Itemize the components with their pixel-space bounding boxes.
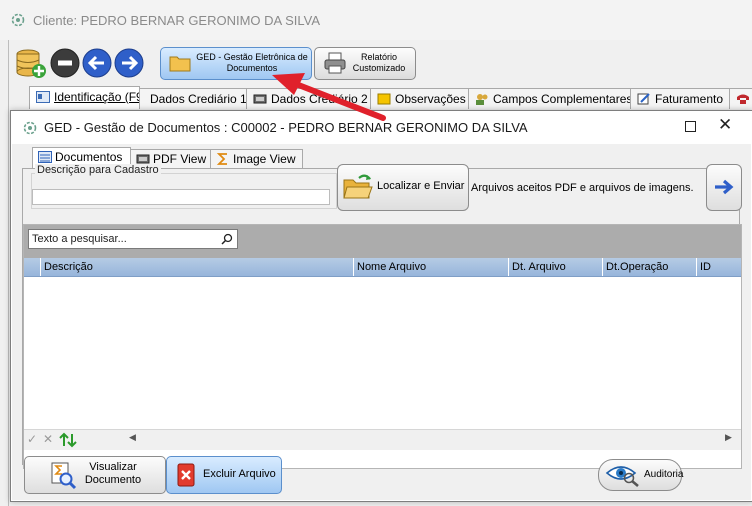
description-input[interactable] (32, 189, 330, 205)
window-title: Cliente: PEDRO BERNAR GERONIMO DA SILVA (33, 13, 321, 28)
database-add-icon[interactable] (15, 46, 47, 80)
open-folder-icon (343, 174, 373, 199)
previous-button[interactable] (82, 48, 112, 78)
tab-dados-crediario-2-label: Dados Crediário 2 (271, 92, 368, 106)
locate-send-label: Localizar e Enviar (377, 180, 465, 192)
tab-image-view[interactable]: Image View (210, 149, 303, 169)
tab-faturamento-label: Faturamento (655, 92, 724, 106)
horizontal-scrollbar[interactable]: ◀ ▶ (129, 432, 733, 446)
tab-observacoes-label: Observações (395, 92, 466, 106)
money-icon (253, 94, 267, 104)
delete-file-label: Excluir Arquivo (203, 468, 276, 480)
report-label-1: Relatório (360, 52, 398, 62)
dialog-title: GED - Gestão de Documentos : C00002 - PE… (44, 120, 528, 135)
tab-campos-complementares-label: Campos Complementares (493, 92, 631, 106)
column-descricao[interactable]: Descrição (40, 258, 353, 276)
tab-more[interactable] (729, 88, 752, 109)
app-icon (11, 13, 25, 27)
sort-icon[interactable] (59, 432, 77, 448)
tab-observacoes[interactable]: Observações (370, 88, 469, 109)
search-input[interactable]: Texto a pesquisar... (28, 229, 238, 249)
tab-dados-crediario-2[interactable]: Dados Crediário 2 (246, 88, 371, 109)
report-button[interactable]: Relatório Customizado (314, 47, 416, 80)
tab-dados-crediario-1[interactable]: Dados Crediário 1 (139, 88, 247, 109)
grid-search-bar: Texto a pesquisar... (24, 225, 741, 258)
report-label-2: Customizado (352, 63, 406, 73)
tab-documentos-label: Documentos (55, 150, 123, 164)
view-document-label-1: Visualizar (89, 461, 137, 473)
description-label: Descrição para Cadastro (35, 164, 161, 176)
locate-send-button[interactable]: Localizar e Enviar (337, 164, 469, 211)
arrow-right-icon (715, 179, 734, 195)
dialog-body: Documentos PDF View Image View Descrição… (12, 144, 751, 500)
row-indicator-header (24, 258, 40, 276)
confirm-icon[interactable]: ✓ (27, 432, 37, 446)
dialog-app-icon (23, 121, 37, 135)
ged-label-1: GED - Gestão Eletrônica de (196, 52, 308, 62)
documents-grid: Texto a pesquisar... Descrição Nome Arqu… (23, 224, 742, 469)
tab-pdf-view-label: PDF View (153, 152, 207, 166)
tab-identificacao[interactable]: Identificação (F9) (29, 86, 140, 109)
tab-identificacao-label: Identificação (F9) (54, 90, 140, 104)
ged-dialog: GED - Gestão de Documentos : C00002 - PE… (10, 110, 752, 502)
document-search-icon (51, 462, 77, 490)
tab-image-view-label: Image View (233, 152, 296, 166)
sigma-icon (216, 153, 227, 165)
next-button[interactable] (114, 48, 144, 78)
column-nome-arquivo[interactable]: Nome Arquivo (353, 258, 508, 276)
column-dt-operacao[interactable]: Dt.Operação (602, 258, 696, 276)
search-placeholder: Texto a pesquisar... (32, 233, 127, 245)
delete-file-button[interactable]: Excluir Arquivo (166, 456, 282, 494)
column-id[interactable]: ID (696, 258, 741, 276)
note-icon (377, 93, 391, 105)
scroll-left-icon[interactable]: ◀ (129, 432, 136, 443)
eye-search-icon (605, 466, 639, 487)
search-icon[interactable] (221, 233, 233, 245)
accepted-files-text: Arquivos aceitos PDF e arquivos de image… (471, 182, 694, 194)
forward-button[interactable] (706, 164, 742, 211)
view-document-button[interactable]: Visualizar Documento (24, 456, 166, 494)
people-icon (476, 94, 488, 105)
printer-icon (324, 52, 346, 74)
ged-button[interactable]: GED - Gestão Eletrônica de Documentos (160, 47, 312, 80)
tab-faturamento[interactable]: Faturamento (630, 88, 730, 109)
grid-footer: ✓ ✕ ◀ ▶ (24, 429, 741, 450)
tab-dados-crediario-1-label: Dados Crediário 1 (150, 92, 247, 106)
documents-icon (38, 151, 52, 163)
audit-button[interactable]: Auditoria (598, 459, 684, 491)
window-titlebar: Cliente: PEDRO BERNAR GERONIMO DA SILVA (0, 0, 752, 40)
audit-label: Auditoria (644, 469, 684, 480)
folder-icon (169, 56, 191, 72)
view-document-label-2: Documento (84, 474, 142, 486)
delete-file-icon (177, 463, 195, 487)
phone-icon (737, 94, 749, 104)
tab-campos-complementares[interactable]: Campos Complementares (468, 88, 631, 109)
ged-label-2: Documentos (226, 63, 278, 73)
invoice-icon (637, 93, 650, 105)
maximize-icon[interactable] (685, 121, 696, 132)
grid-header: Descrição Nome Arquivo Dt. Arquivo Dt.Op… (24, 258, 741, 277)
remove-button[interactable] (50, 48, 80, 78)
column-dt-arquivo[interactable]: Dt. Arquivo (508, 258, 602, 276)
id-card-icon (36, 91, 50, 103)
close-icon[interactable]: ✕ (718, 115, 732, 135)
cancel-icon[interactable]: ✕ (43, 432, 53, 446)
scroll-right-icon[interactable]: ▶ (725, 432, 732, 443)
